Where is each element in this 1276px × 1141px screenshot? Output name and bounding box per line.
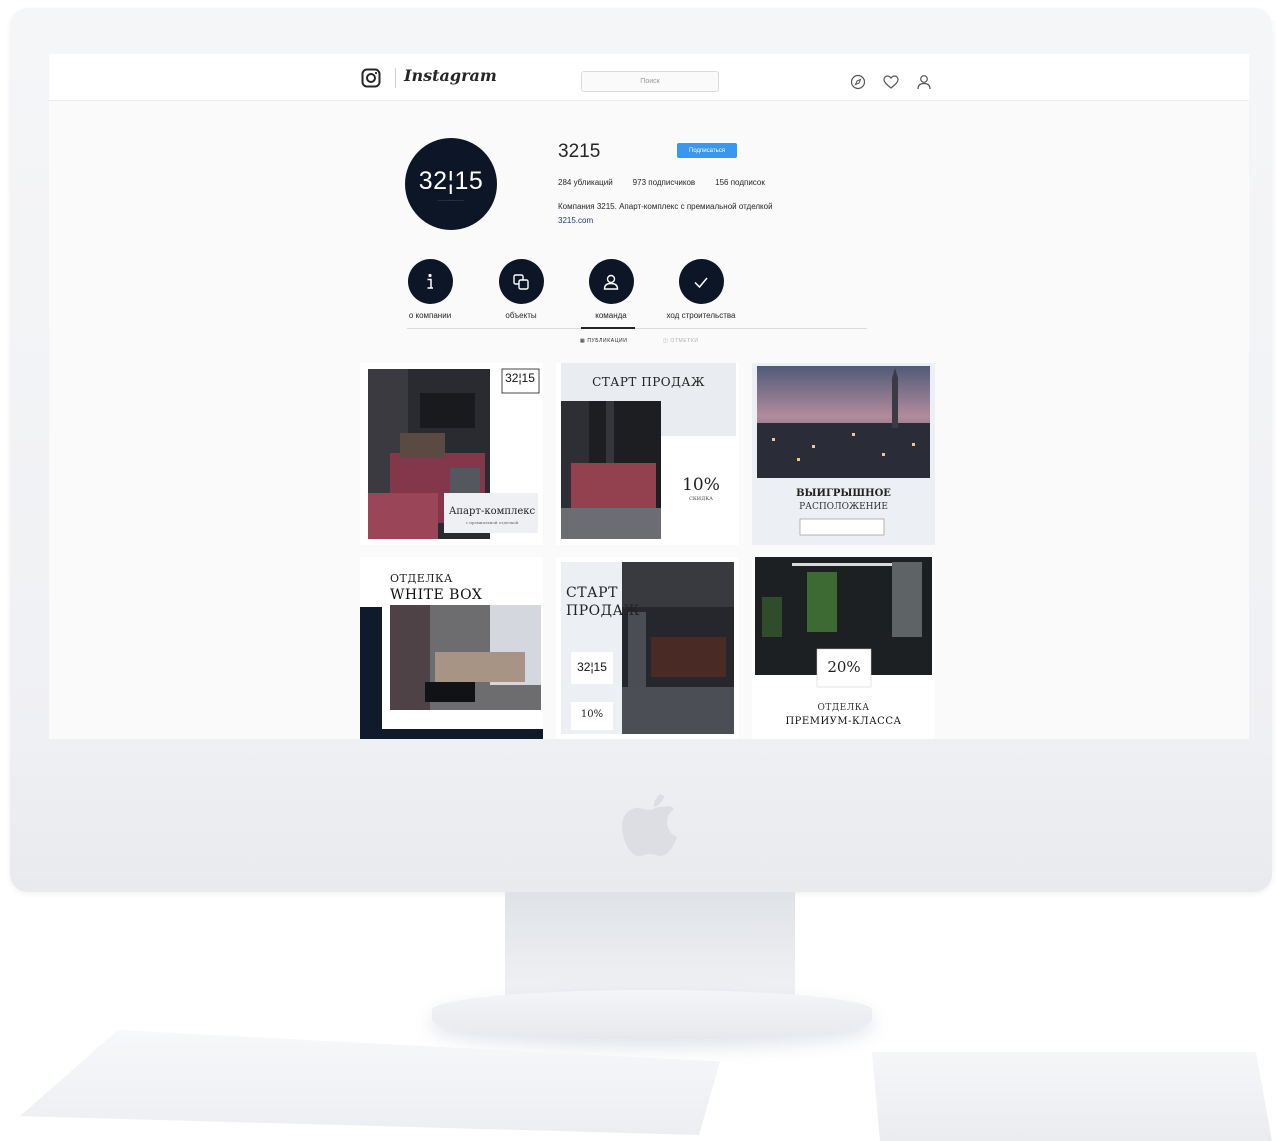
following-count[interactable]: 156 подписок xyxy=(715,178,765,187)
post-image xyxy=(360,363,543,545)
tab-posts[interactable]: ▦ ПУБЛИКАЦИИ xyxy=(580,338,627,344)
profile-bio: Компания 3215. Апарт-комплекс с премиаль… xyxy=(558,202,773,211)
post-image xyxy=(556,363,739,545)
keyboard xyxy=(20,1030,720,1135)
post-title: СТАРТ ПРОДАЖ xyxy=(592,375,705,389)
post-discount-label: СКИДКА xyxy=(689,496,713,502)
highlight-construction[interactable]: ход строительства xyxy=(656,259,746,320)
heart-icon[interactable] xyxy=(883,74,899,90)
apple-logo-icon xyxy=(621,794,677,856)
highlight-label: объекты xyxy=(505,311,537,320)
post-title-line2: РАСПОЛОЖЕНИЕ xyxy=(799,502,888,512)
grid-post-5[interactable]: СТАРТ ПРОДАЖ 32¦15 10% xyxy=(556,557,739,739)
avatar-logo: 32¦15 xyxy=(418,166,484,195)
post-discount: 20% xyxy=(827,658,861,676)
grid-post-1[interactable]: 32¦15 Апарт-комплекс с премиальной отдел… xyxy=(360,363,543,545)
instagram-topbar: Instagram xyxy=(49,54,1249,101)
post-title-line2: WHITE BOX xyxy=(390,587,483,603)
tab-tagged[interactable]: ◫ ОТМЕТКИ xyxy=(663,338,699,344)
profile-avatar[interactable]: 32¦15 ———————— xyxy=(405,138,497,230)
post-title-line1: ОТДЕЛКА xyxy=(390,572,453,585)
post-title-line1: ОТДЕЛКА xyxy=(817,703,870,713)
post-caption: Апарт-комплекс xyxy=(448,506,536,517)
post-logo: 32¦15 xyxy=(505,371,535,385)
profile-stats: 284 убликаций 973 подписчиков 156 подпис… xyxy=(558,178,765,187)
post-discount: 10% xyxy=(580,709,604,720)
grid-post-3[interactable]: ВЫИГРЫШНОЕ РАСПОЛОЖЕНИЕ xyxy=(752,363,935,545)
post-title-line1: ВЫИГРЫШНОЕ xyxy=(796,488,891,499)
highlight-objects[interactable]: объекты xyxy=(476,259,566,320)
post-title-line2: ПРОДАЖ xyxy=(566,603,640,619)
trackpad xyxy=(872,1052,1272,1141)
post-subcaption: с премиальной отделкой xyxy=(465,520,519,525)
instagram-wordmark[interactable]: Instagram xyxy=(404,66,497,85)
post-image xyxy=(752,363,935,545)
profile-link[interactable]: 3215.com xyxy=(558,216,593,225)
layers-icon xyxy=(513,273,529,290)
tabs-divider xyxy=(407,328,867,329)
compass-icon[interactable] xyxy=(850,74,866,90)
grid-post-2[interactable]: СТАРТ ПРОДАЖ 10% СКИДКА xyxy=(556,363,739,545)
grid-post-4[interactable]: ОТДЕЛКА WHITE BOX xyxy=(360,557,543,739)
profile-icon[interactable] xyxy=(916,74,932,90)
highlight-label: ход строительства xyxy=(666,311,736,320)
grid-post-6[interactable]: 20% ОТДЕЛКА ПРЕМИУМ-КЛАССА xyxy=(752,557,935,739)
person-icon xyxy=(603,274,619,290)
post-title-line1: СТАРТ xyxy=(566,585,618,601)
avatar-subline: ———————— xyxy=(437,197,465,202)
post-logo: 32¦15 xyxy=(577,660,607,674)
posts-count[interactable]: 284 убликаций xyxy=(558,178,613,187)
highlight-about[interactable]: о компании xyxy=(385,259,475,320)
imac-stand-base xyxy=(432,990,872,1040)
screen: Instagram 32¦15 ———————— 3215 Подписатьс… xyxy=(49,54,1249,739)
highlight-team[interactable]: команда xyxy=(566,259,656,320)
post-discount: 10% xyxy=(682,475,720,495)
profile-username: 3215 xyxy=(558,141,601,162)
topbar-divider xyxy=(395,68,396,88)
followers-count[interactable]: 973 подписчиков xyxy=(633,178,695,187)
instagram-camera-icon[interactable] xyxy=(361,68,381,88)
highlight-label: команда xyxy=(595,311,627,320)
post-title-line2: ПРЕМИУМ-КЛАССА xyxy=(785,716,902,727)
search-input[interactable] xyxy=(581,71,719,92)
follow-button[interactable]: Подписаться xyxy=(677,143,737,158)
highlight-label: о компании xyxy=(408,311,452,320)
tab-active-indicator xyxy=(581,327,635,329)
info-icon xyxy=(427,273,433,289)
check-icon xyxy=(694,277,708,288)
